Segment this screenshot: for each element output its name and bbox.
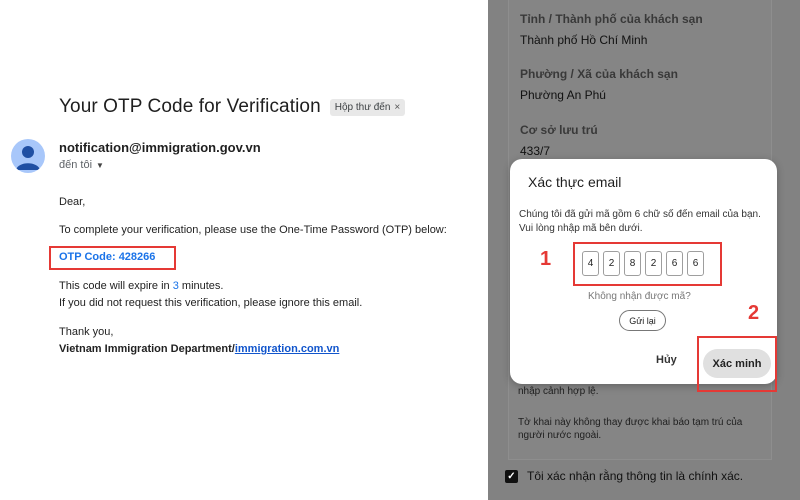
email-panel: Your OTP Code for Verification Hộp thư đ… <box>0 0 488 500</box>
signature: Vietnam Immigration Department/immigrati… <box>59 343 339 355</box>
subject-row: Your OTP Code for Verification Hộp thư đ… <box>59 96 406 118</box>
form-note-2: Tờ khai này không thay được khai báo tạm… <box>518 417 743 441</box>
expire-text: This code will expire in 3 minutes. <box>59 280 223 292</box>
otp-digit-input[interactable]: 6 <box>666 251 683 276</box>
dialog-description: Chúng tôi đã gửi mã gồm 6 chữ số đến ema… <box>519 209 761 234</box>
step-1-label: 1 <box>540 248 552 270</box>
resend-question: Không nhận được mã? <box>588 291 691 302</box>
inbox-label-text: Hộp thư đến <box>334 101 391 113</box>
expire-prefix: This code will expire in <box>59 280 173 292</box>
checkmark-icon: ✓ <box>507 470 516 482</box>
recipient-text: đến tôi <box>59 159 93 171</box>
ward-value[interactable]: Phường An Phú <box>520 88 606 102</box>
verify-button[interactable]: Xác minh <box>703 349 771 378</box>
ward-label: Phường / Xã của khách sạn <box>520 67 678 81</box>
person-icon <box>16 146 40 170</box>
otp-input-group: 4 2 8 2 6 6 <box>582 251 704 276</box>
intro-text: To complete your verification, please us… <box>59 224 447 236</box>
signature-link[interactable]: immigration.com.vn <box>235 343 340 355</box>
signature-text: Vietnam Immigration Department/ <box>59 343 235 355</box>
thanks-text: Thank you, <box>59 326 114 338</box>
otp-digit-input[interactable]: 6 <box>687 251 704 276</box>
dialog-title: Xác thực email <box>528 174 622 190</box>
otp-digit-input[interactable]: 2 <box>603 251 620 276</box>
otp-digit-input[interactable]: 8 <box>624 251 641 276</box>
screen: Your OTP Code for Verification Hộp thư đ… <box>0 0 800 500</box>
otp-digit-input[interactable]: 4 <box>582 251 599 276</box>
province-value[interactable]: Thành phố Hồ Chí Minh <box>520 33 647 47</box>
sender-address: notification@immigration.gov.vn <box>59 140 261 155</box>
avatar[interactable] <box>11 139 45 173</box>
lodging-label: Cơ sở lưu trú <box>520 123 598 137</box>
expire-suffix: minutes. <box>178 280 224 292</box>
close-icon[interactable]: × <box>394 102 400 113</box>
ignore-text: If you did not request this verification… <box>59 297 363 309</box>
inbox-label-chip[interactable]: Hộp thư đến × <box>329 98 406 116</box>
greeting: Dear, <box>59 196 86 208</box>
confirm-checkbox[interactable]: ✓ <box>505 470 518 483</box>
lodging-value[interactable]: 433/7 <box>520 144 550 158</box>
otp-code: OTP Code: 428266 <box>59 251 156 263</box>
cancel-button[interactable]: Hủy <box>656 354 677 366</box>
otp-digit-input[interactable]: 2 <box>645 251 662 276</box>
caret-down-icon[interactable]: ▼ <box>96 161 104 170</box>
confirm-label: Tôi xác nhận rằng thông tin là chính xác… <box>527 469 744 483</box>
province-label: Tỉnh / Thành phố của khách sạn <box>520 12 703 26</box>
recipient-toggle[interactable]: đến tôi ▼ <box>59 159 104 171</box>
resend-button[interactable]: Gửi lại <box>619 310 666 331</box>
step-2-label: 2 <box>748 302 760 324</box>
email-subject: Your OTP Code for Verification <box>59 96 321 117</box>
